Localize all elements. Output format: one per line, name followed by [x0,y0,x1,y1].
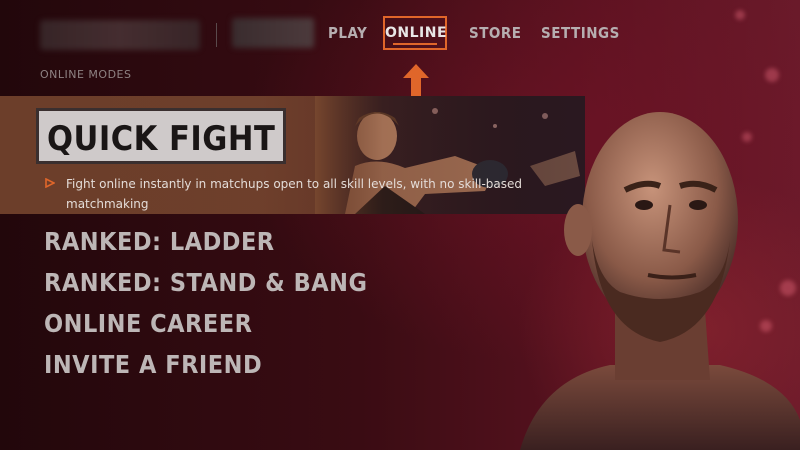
menu-item-ranked-ladder[interactable]: RANKED: LADDER [44,227,275,256]
nav-online-label: ONLINE [385,25,448,41]
player-profile[interactable] [232,18,314,48]
game-logo [40,20,200,50]
nav-online[interactable]: ONLINE [383,16,447,50]
featured-fighter-image [520,112,800,450]
header-divider [216,23,217,47]
menu-item-invite-friend[interactable]: INVITE A FRIEND [44,350,262,379]
background-light [735,10,745,20]
menu-item-ranked-stand-bang[interactable]: RANKED: STAND & BANG [44,268,367,297]
play-triangle-icon [45,178,55,188]
featured-mode-title[interactable]: QUICK FIGHT [36,108,287,164]
nav-settings[interactable]: SETTINGS [541,24,620,42]
section-label: ONLINE MODES [40,68,132,81]
menu-item-online-career[interactable]: ONLINE CAREER [44,309,252,338]
featured-mode-description: Fight online instantly in matchups open … [66,177,523,211]
nav-store[interactable]: STORE [469,24,522,42]
nav-play[interactable]: PLAY [328,24,367,42]
selected-underline [393,43,437,45]
